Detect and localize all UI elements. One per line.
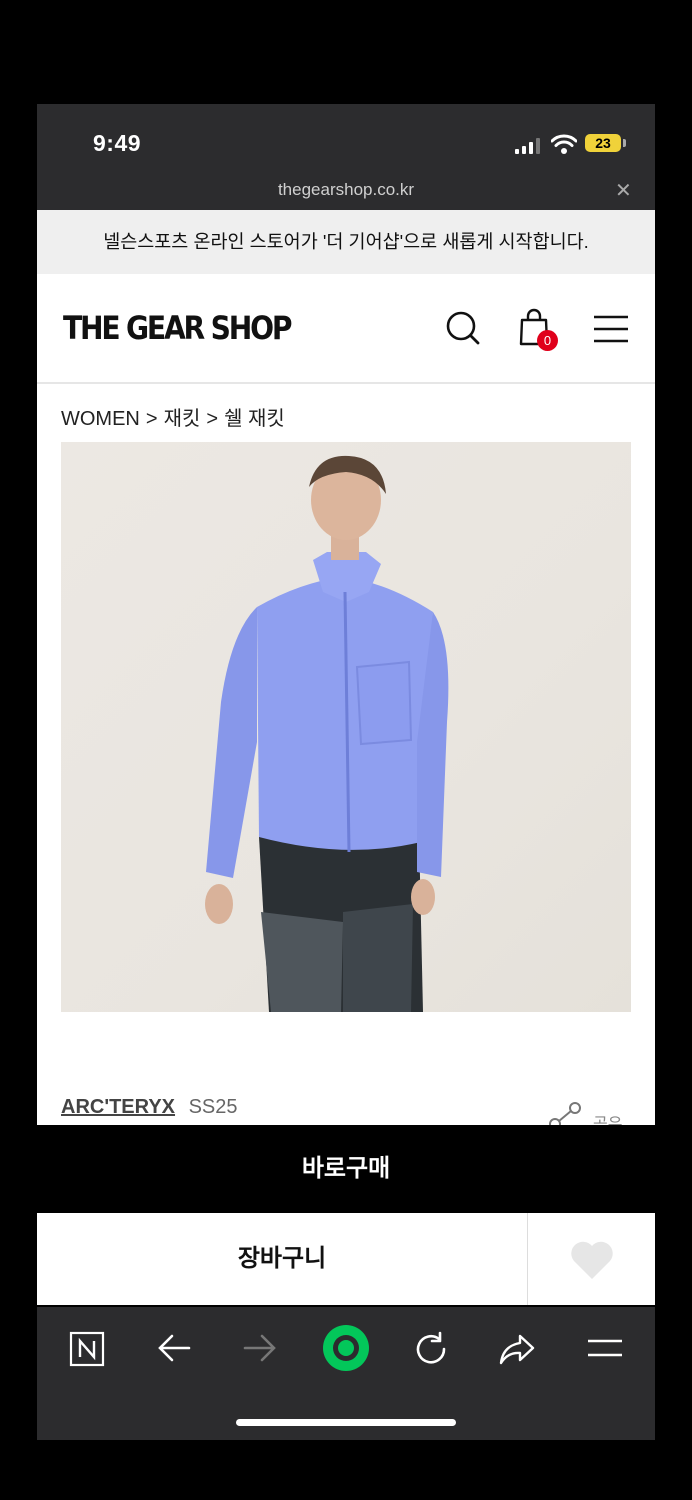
brand-row: ARC'TERYX SS25	[61, 1096, 238, 1119]
phone-screen: 9:49 23 thegearshop.co.kr ✕ 넬슨스포츠 온라인 스토…	[37, 104, 655, 1440]
cart-row: 장바구니	[37, 1213, 655, 1305]
url-bar[interactable]: thegearshop.co.kr	[37, 180, 655, 200]
search-icon[interactable]	[445, 310, 481, 346]
cellular-signal-icon	[515, 138, 540, 154]
model-illustration	[205, 455, 449, 1012]
share-arrow-icon[interactable]	[499, 1333, 535, 1365]
breadcrumb-separator: >	[206, 408, 219, 430]
wifi-icon	[551, 134, 577, 154]
buy-now-button[interactable]: 바로구매	[37, 1125, 655, 1213]
status-time: 9:49	[93, 130, 142, 156]
close-icon[interactable]: ✕	[615, 178, 632, 203]
green-dot-icon[interactable]	[322, 1324, 370, 1372]
heart-icon	[571, 1241, 613, 1279]
breadcrumb-item[interactable]: 쉘 재킷	[224, 408, 285, 430]
product-image[interactable]	[61, 442, 631, 1012]
add-to-cart-button[interactable]: 장바구니	[37, 1213, 528, 1305]
site-header: THE GEAR SHOP 0	[37, 274, 655, 384]
product-content: WOMEN > 재킷 > 쉘 재킷 ARC'TERYX SS25 공유	[37, 384, 655, 1125]
notice-banner: 넬슨스포츠 온라인 스토어가 '더 기어샵'으로 새롭게 시작합니다.	[37, 210, 655, 274]
brand-link[interactable]: ARC'TERYX	[61, 1096, 175, 1118]
status-bar: 9:49 23 thegearshop.co.kr ✕	[37, 104, 655, 210]
breadcrumb-item[interactable]: WOMEN	[61, 408, 140, 430]
forward-arrow-icon[interactable]	[243, 1333, 277, 1363]
menu-icon[interactable]	[587, 1337, 623, 1361]
battery-tip	[623, 139, 626, 147]
refresh-icon[interactable]	[413, 1331, 449, 1367]
back-arrow-icon[interactable]	[157, 1333, 191, 1363]
browser-toolbar	[37, 1307, 655, 1440]
battery-icon: 23	[585, 134, 621, 152]
breadcrumb: WOMEN > 재킷 > 쉘 재킷	[61, 402, 291, 431]
season-label: SS25	[188, 1096, 238, 1118]
cart-count-badge: 0	[537, 330, 558, 351]
wishlist-button[interactable]	[528, 1213, 655, 1305]
hamburger-menu-icon[interactable]	[593, 314, 629, 344]
share-icon[interactable]	[547, 1102, 583, 1125]
breadcrumb-item[interactable]: 재킷	[164, 408, 201, 430]
site-logo[interactable]: THE GEAR SHOP	[63, 309, 292, 347]
naver-icon[interactable]	[69, 1331, 105, 1367]
share-label[interactable]: 공유	[593, 1110, 622, 1125]
breadcrumb-separator: >	[145, 408, 158, 430]
home-indicator[interactable]	[236, 1419, 456, 1426]
